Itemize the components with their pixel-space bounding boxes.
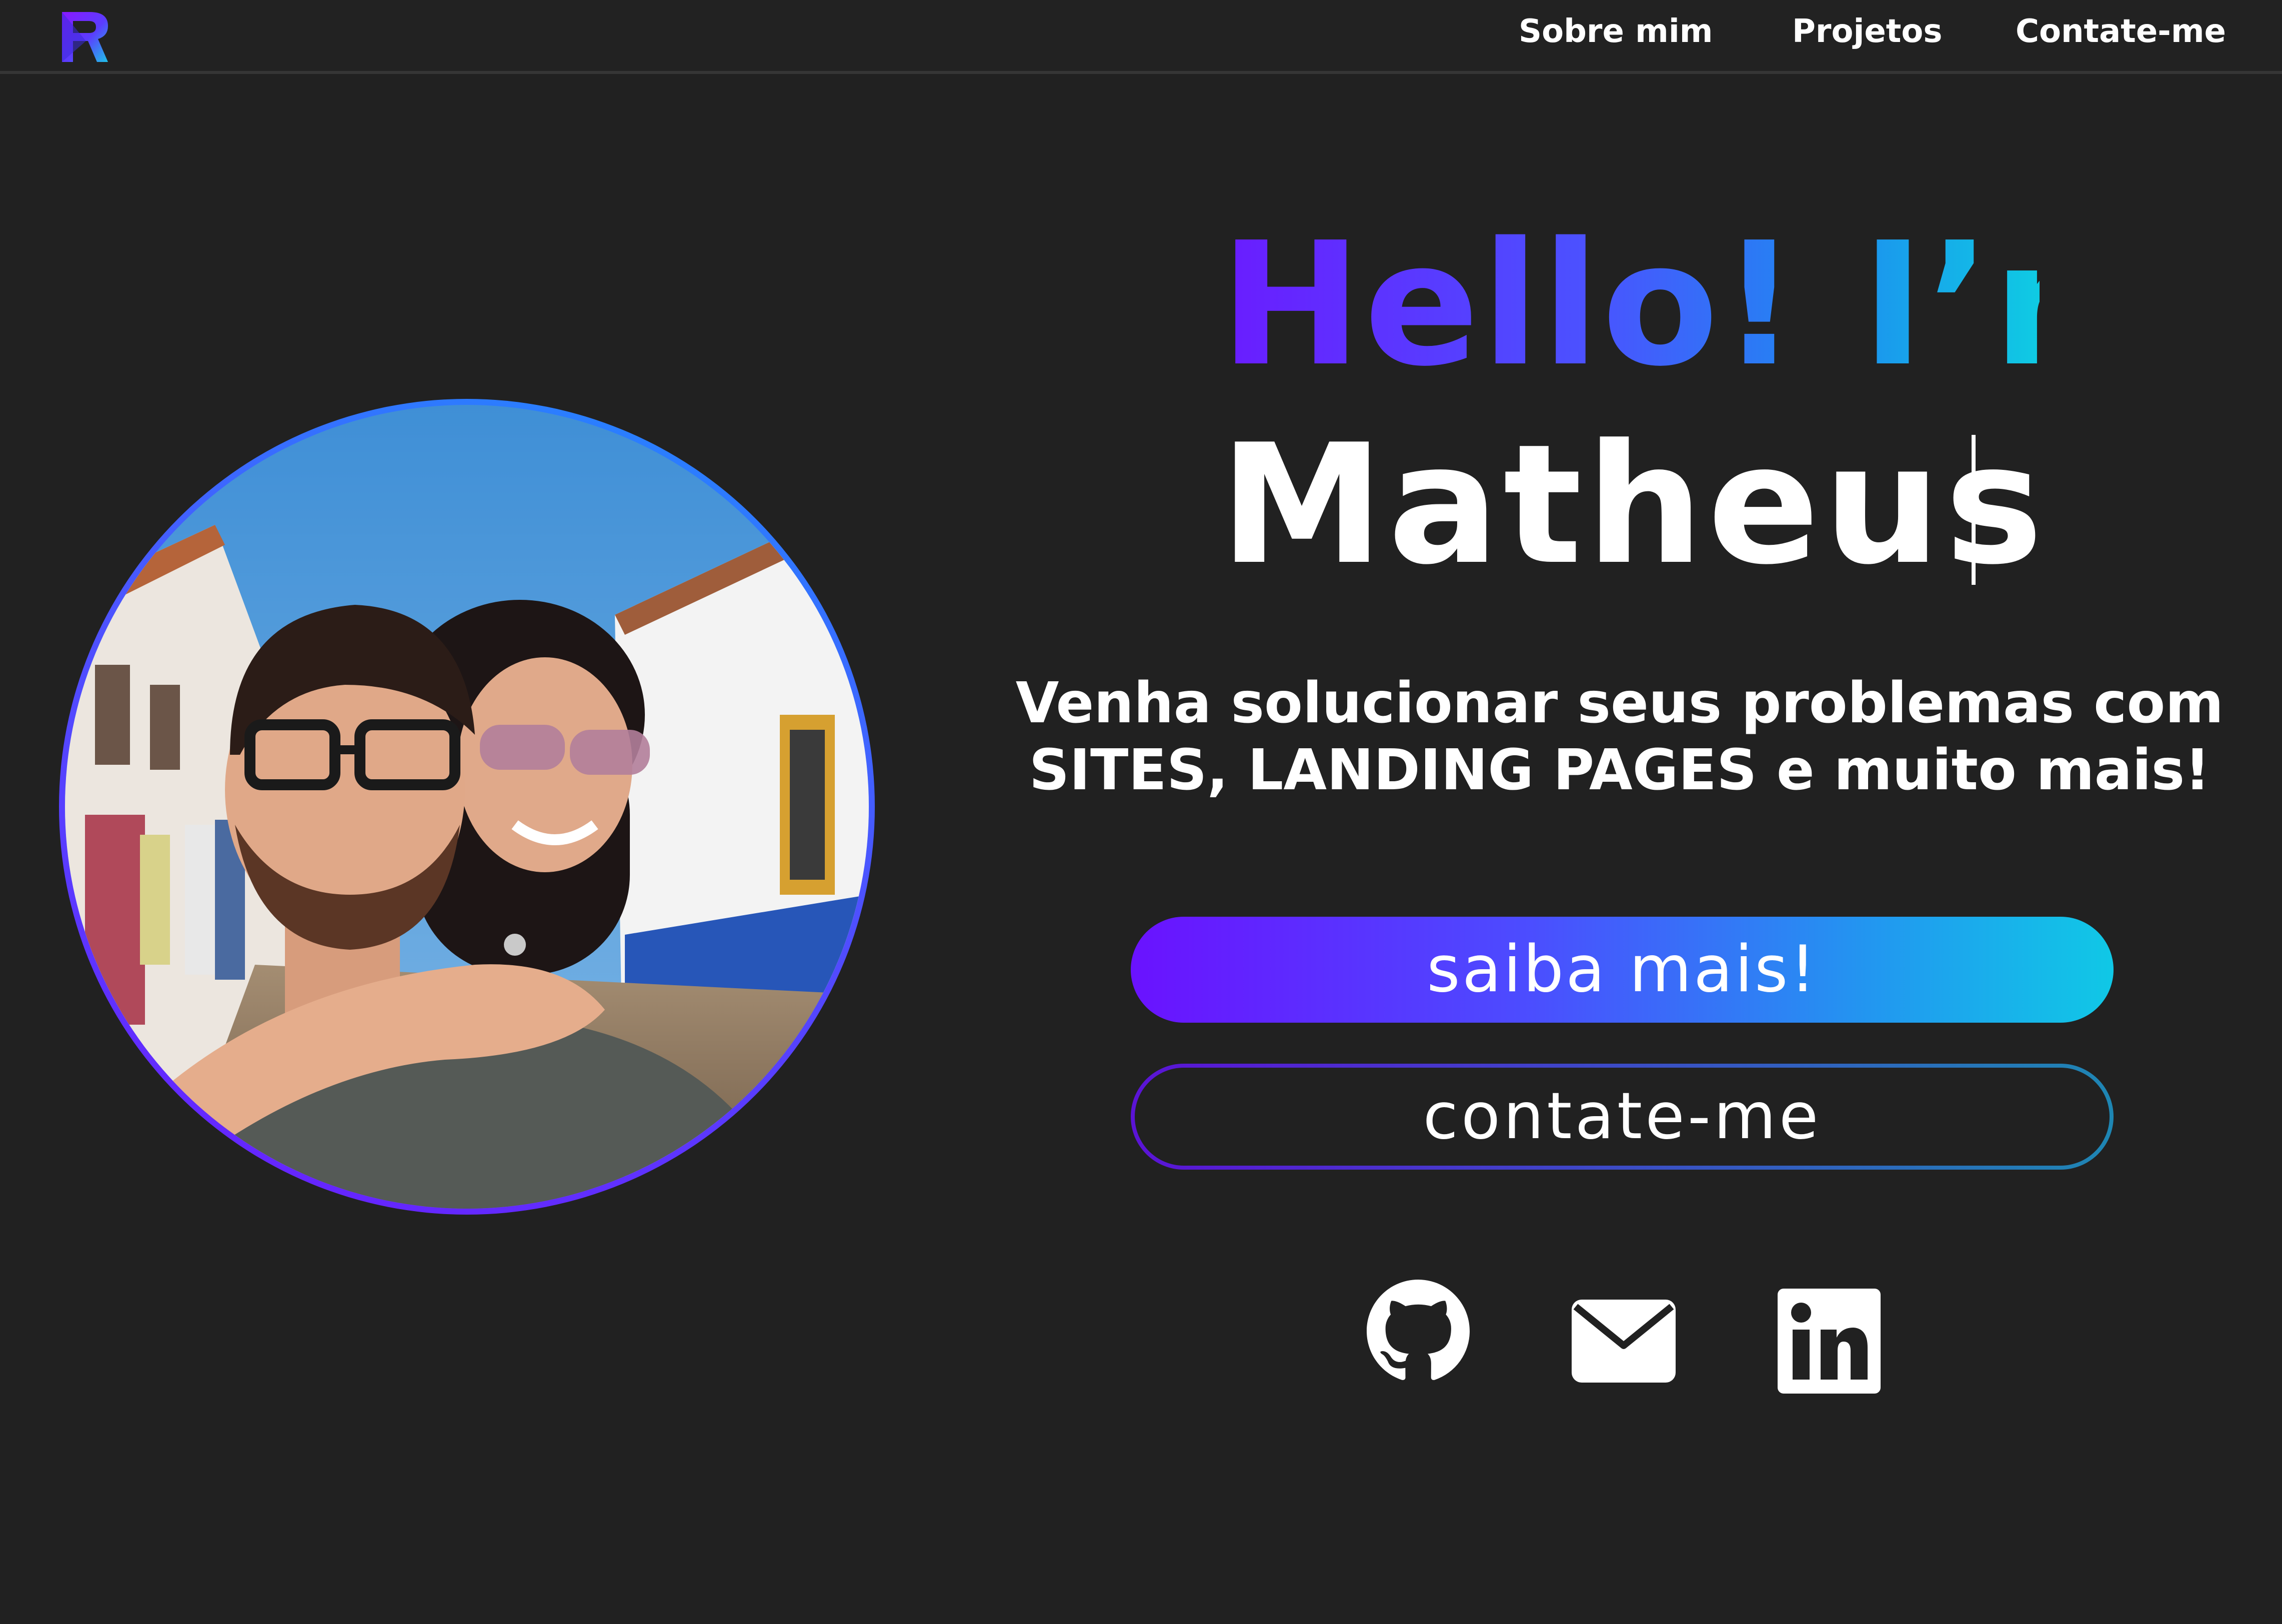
hero-greeting: Hello! I’m [1220, 206, 2173, 404]
contate-me-button[interactable]: contate-me [1131, 1064, 2114, 1170]
hero-name: Matheus [1220, 409, 2047, 601]
nav-link-sobre-mim[interactable]: Sobre mim [1519, 13, 1713, 50]
nav-link-contate-me[interactable]: Contate-me [2016, 13, 2226, 50]
tagline-line-2: SITES, LANDING PAGES e muito mais! [1029, 738, 2211, 803]
brand-logo-icon[interactable] [60, 11, 110, 63]
page: Sobre mim Projetos Contate-me Hello! I’m… [0, 0, 2282, 1624]
tagline-line-1: Venha solucionar seus problemas com [1015, 671, 2224, 736]
profile-photo-frame [59, 399, 875, 1215]
nav-link-projetos[interactable]: Projetos [1792, 13, 1942, 50]
saiba-mais-button[interactable]: saiba mais! [1131, 917, 2114, 1023]
linkedin-icon[interactable] [1778, 1289, 1881, 1394]
github-icon[interactable] [1367, 1280, 1470, 1383]
mail-icon[interactable] [1572, 1300, 1676, 1383]
typing-caret [1972, 435, 1976, 585]
contate-me-button-label: contate-me [1135, 1068, 2110, 1166]
hero-tagline: Venha solucionar seus problemas com SITE… [990, 670, 2250, 804]
navbar: Sobre mim Projetos Contate-me [0, 0, 2282, 74]
profile-photo [65, 405, 869, 1209]
